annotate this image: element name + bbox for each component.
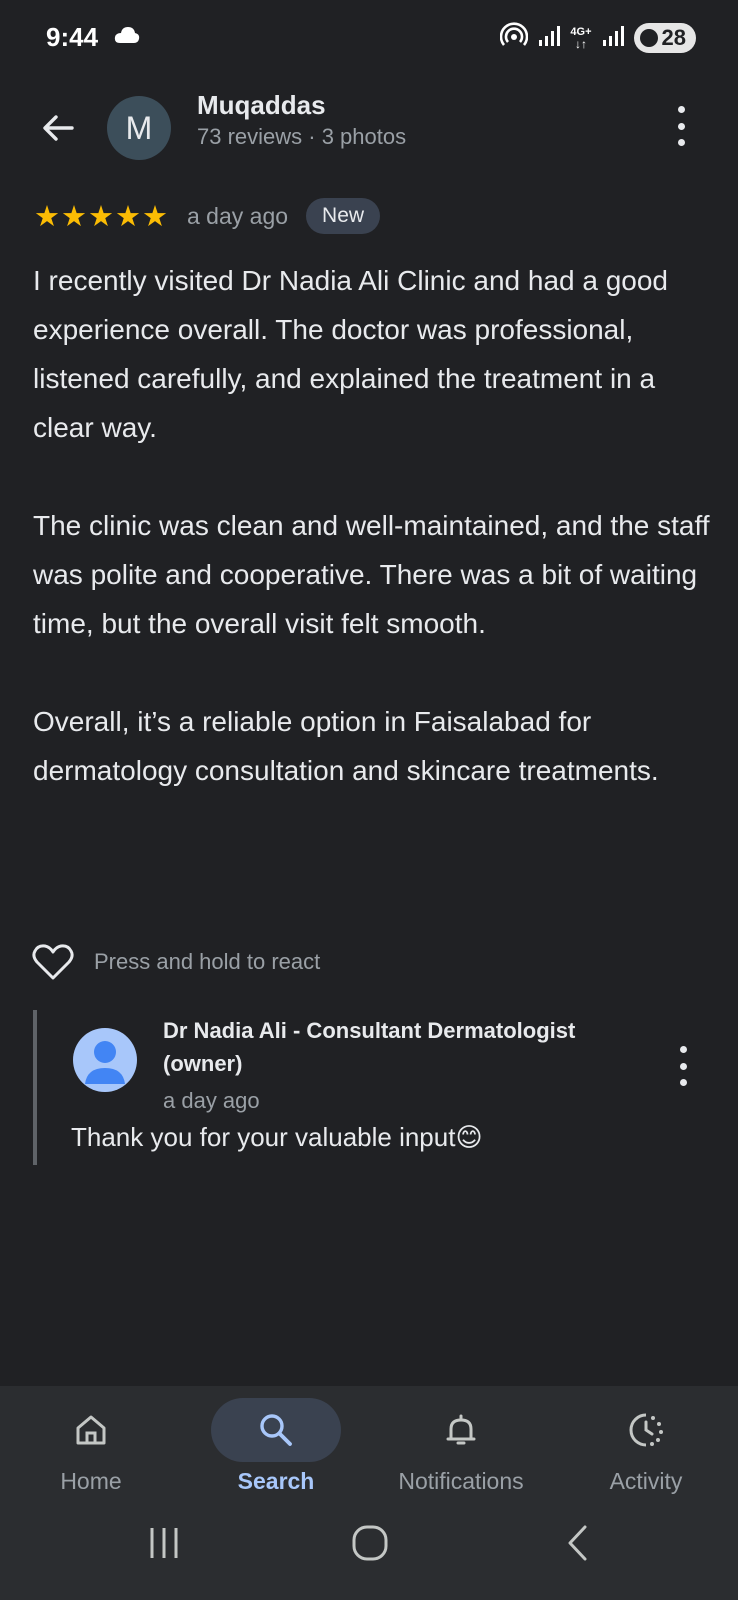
owner-reply-options-button[interactable] [673, 1042, 693, 1090]
nav-notifications-label: Notifications [398, 1468, 524, 1494]
owner-reply-time: a day ago [163, 1088, 260, 1113]
nav-notifications[interactable]: Notifications [376, 1398, 546, 1498]
react-hint: Press and hold to react [94, 949, 321, 974]
hotspot-icon [500, 21, 529, 55]
status-bar: 9:44 4G+ ↓↑ 28 [0, 0, 738, 76]
review-header: M Muqaddas 73 reviews · 3 photos [0, 88, 738, 198]
back-system-button[interactable] [548, 1518, 608, 1568]
rating-row: ★★★★★ a day ago New [34, 196, 381, 236]
nav-search-label: Search [237, 1468, 315, 1494]
more-options-button[interactable] [671, 102, 691, 150]
bell-icon [446, 1414, 476, 1445]
battery-saver-icon [639, 29, 658, 47]
review-paragraph: Overall, it’s a reliable option in Faisa… [33, 706, 659, 786]
owner-reply: Dr Nadia Ali - Consultant Dermatologist … [33, 1010, 717, 1165]
heart-icon[interactable] [32, 943, 74, 981]
signal-icon-2 [602, 25, 624, 52]
review-text: I recently visited Dr Nadia Ali Clinic a… [33, 256, 713, 844]
search-icon [260, 1414, 292, 1446]
recent-apps-icon [150, 1528, 178, 1558]
nav-home[interactable]: Home [6, 1398, 176, 1498]
owner-reply-text: Thank you for your valuable input😊 [71, 1122, 483, 1152]
signal-icon [538, 25, 561, 52]
4g-plus-icon: 4G+ ↓↑ [570, 26, 592, 51]
cloud-icon [114, 26, 140, 49]
react-row[interactable]: Press and hold to react [32, 940, 320, 984]
owner-name: Dr Nadia Ali - Consultant Dermatologist … [163, 1018, 576, 1076]
nav-home-label: Home [60, 1468, 122, 1494]
back-button[interactable] [30, 100, 86, 156]
home-system-button[interactable] [340, 1518, 400, 1568]
reviewer-name[interactable]: Muqaddas [197, 90, 326, 121]
battery-indicator: 28 [633, 23, 696, 53]
status-icons: 4G+ ↓↑ 28 [500, 21, 696, 55]
system-navigation [0, 1510, 738, 1580]
new-badge: New [306, 198, 381, 234]
owner-avatar[interactable] [73, 1028, 137, 1092]
recent-apps-button[interactable] [134, 1518, 194, 1568]
status-time: 9:44 [46, 22, 99, 52]
review-paragraph: The clinic was clean and well-maintained… [33, 510, 710, 639]
review-time: a day ago [187, 202, 289, 229]
activity-icon [629, 1413, 663, 1447]
nav-activity-label: Activity [609, 1468, 683, 1494]
nav-search[interactable]: Search [191, 1398, 361, 1498]
arrow-left-icon [43, 115, 74, 141]
person-icon [85, 1041, 125, 1084]
nav-activity[interactable]: Activity [561, 1398, 731, 1498]
reviewer-meta: 73 reviews · 3 photos [197, 124, 407, 149]
star-rating: ★★★★★ [34, 200, 169, 233]
home-circle-icon [352, 1525, 388, 1561]
review-paragraph: I recently visited Dr Nadia Ali Clinic a… [33, 265, 669, 443]
reviewer-avatar[interactable]: M [107, 96, 171, 160]
chevron-left-icon [568, 1525, 587, 1561]
battery-level: 28 [661, 25, 686, 50]
home-icon [76, 1415, 106, 1445]
